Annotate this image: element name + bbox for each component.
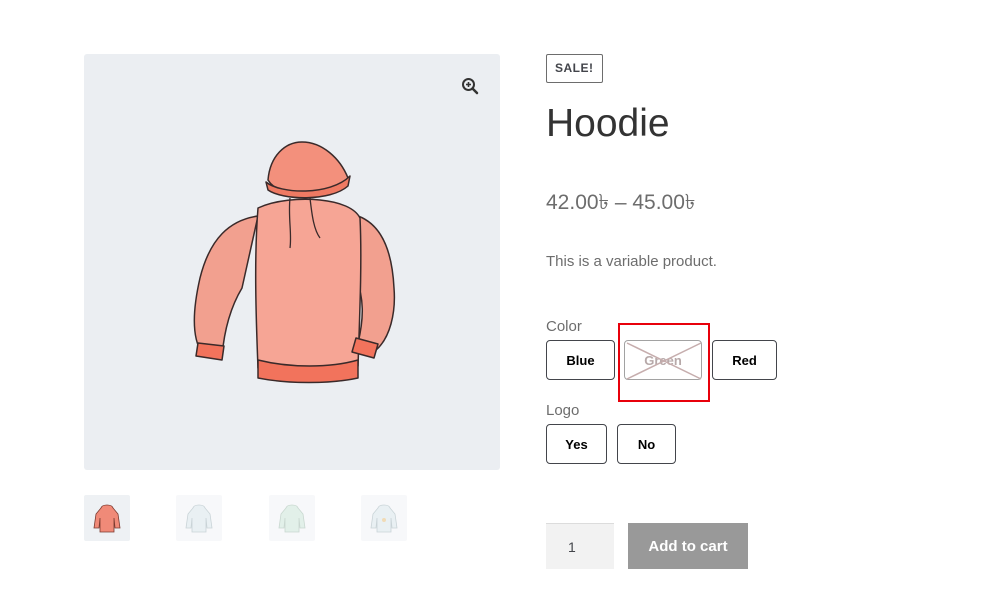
logo-option-yes[interactable]: Yes bbox=[546, 424, 607, 464]
hoodie-illustration bbox=[193, 141, 396, 384]
thumbnail-hoodie-green[interactable] bbox=[269, 495, 315, 541]
unavailable-cross-icon bbox=[626, 342, 702, 380]
zoom-in-icon[interactable] bbox=[454, 70, 486, 102]
color-option-blue[interactable]: Blue bbox=[546, 340, 615, 380]
logo-option-label: Yes bbox=[565, 436, 588, 452]
color-option-label: Blue bbox=[566, 352, 595, 368]
color-option-red[interactable]: Red bbox=[712, 340, 777, 380]
thumbnail-hoodie-red[interactable] bbox=[84, 495, 130, 541]
color-label: Color bbox=[546, 318, 582, 335]
thumbnail-hoodie-blue-logo[interactable] bbox=[361, 495, 407, 541]
add-to-cart-button[interactable]: Add to cart bbox=[628, 523, 748, 569]
sale-badge: SALE! bbox=[546, 54, 603, 83]
logo-option-label: No bbox=[637, 436, 656, 452]
logo-label: Logo bbox=[546, 402, 580, 419]
price-range: 42.00৳ – 45.00৳ bbox=[546, 191, 696, 214]
logo-option-no[interactable]: No bbox=[617, 424, 676, 464]
thumbnail-hoodie-blue[interactable] bbox=[176, 495, 222, 541]
product-description: This is a variable product. bbox=[546, 253, 717, 270]
color-option-label: Red bbox=[732, 352, 757, 368]
quantity-input[interactable] bbox=[546, 523, 614, 569]
color-option-green[interactable]: Green bbox=[624, 340, 702, 380]
product-title: Hoodie bbox=[546, 102, 670, 145]
